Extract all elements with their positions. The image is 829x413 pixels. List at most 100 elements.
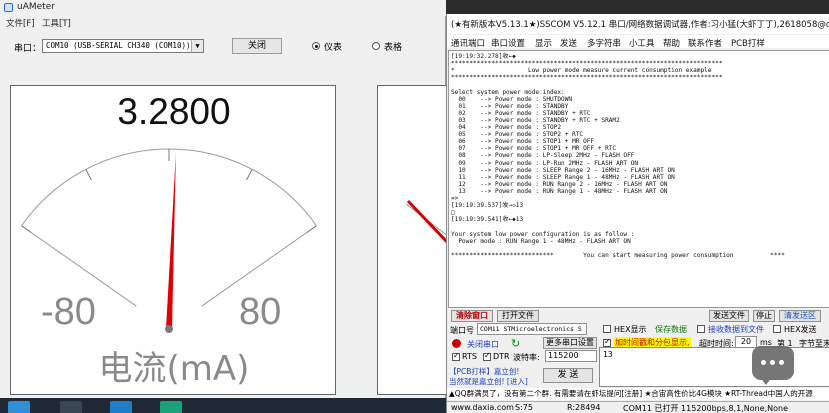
stop-button[interactable]: 停止 <box>753 310 775 322</box>
port-label: 串口： <box>14 44 42 54</box>
hex-send-checkbox[interactable] <box>773 325 781 333</box>
menu-tools[interactable]: 工具[T] <box>42 17 71 29</box>
clear-window-button[interactable]: 清除窗口 <box>451 310 493 322</box>
app-icon-3[interactable] <box>160 401 182 413</box>
promo-link-2[interactable]: 当然就是嘉立创! [进入] <box>449 376 528 387</box>
output-line: 03 --> Power mode : STANDBY + RTC + SRAM… <box>451 116 620 124</box>
status-sent-count: S:75 <box>515 403 533 412</box>
save-data-button[interactable]: 保存数据 <box>655 324 687 335</box>
output-line: 06 --> Power mode : STOP1 + MR OFF <box>451 138 595 146</box>
chat-bubble-icon[interactable] <box>752 346 794 385</box>
taskbar <box>0 398 446 413</box>
gauge-tick <box>306 225 317 234</box>
send-button[interactable]: 发 送 <box>543 368 593 383</box>
more-settings-button[interactable]: 更多串口设置 <box>543 337 597 349</box>
app-icon-2[interactable] <box>110 401 132 413</box>
port-number-value: COM11 STMicroelectronics S <box>480 325 582 333</box>
port-number-select[interactable]: COM11 STMicroelectronics S <box>477 323 587 335</box>
send-file-button[interactable]: 发送文件 <box>709 310 749 322</box>
gauge-needle <box>166 153 176 330</box>
hex-display-checkbox[interactable] <box>603 325 611 333</box>
receive-to-file-label: 接收数据到文件 <box>708 325 764 334</box>
rts-checkbox[interactable] <box>452 351 460 361</box>
file-icon[interactable] <box>60 401 82 413</box>
output-line: Select system power mode index: <box>451 88 565 96</box>
gauge-hub <box>165 325 173 333</box>
output-line: [19:19:39.537]发→◇13 <box>451 202 524 210</box>
hex-send-label: HEX发送 <box>784 325 817 334</box>
chevron-down-icon[interactable]: ▼ <box>191 40 203 52</box>
port-row: 串口： COM10 (USB-SERIAL CH340 (COM10)) ▼ 关… <box>0 36 446 56</box>
output-line: ****************************************… <box>451 74 723 82</box>
output-line: [19:19:32.278]收←◆ <box>451 53 516 60</box>
gauge-max-label: 80 <box>239 291 282 333</box>
refresh-icon[interactable]: ↻ <box>511 337 520 350</box>
receive-to-file-checkbox[interactable] <box>697 325 705 333</box>
output-line: * Low power mode measure current consump… <box>451 67 712 75</box>
status-site[interactable]: www.daxia.com <box>451 403 514 412</box>
close-port-button[interactable]: 关闭 <box>232 38 282 54</box>
output-line: 08 --> Power mode : LP-Sleep 2MHz - FLAS… <box>451 152 635 160</box>
menu-help[interactable]: 帮助 <box>663 37 680 49</box>
port-number-label: 端口号 <box>450 326 474 335</box>
output-line: [19:19:39.541]收←◆13 <box>451 216 524 224</box>
output-line: Power mode : RUN Range 1 - 48MHz - FLASH… <box>451 237 631 245</box>
timestamp-checkbox[interactable] <box>603 337 611 347</box>
status-port-state: COM11 已打开 115200bps,8,1,None,None <box>623 404 789 413</box>
menu-multi-string[interactable]: 多字符串 <box>587 37 621 49</box>
gauge-unit-label: 电流(mA) <box>98 349 250 389</box>
send-input[interactable]: 13 <box>599 347 829 387</box>
window-title: uAMeter <box>17 2 55 12</box>
browser-icon[interactable] <box>8 401 30 413</box>
output-line: 02 --> Power mode : STANDBY + RTC <box>451 109 591 117</box>
secondary-gauge-panel <box>377 85 446 395</box>
uameter-window: uAMeter 文件[F] 工具[T] 串口： COM10 (USB-SERIA… <box>0 0 446 413</box>
dtr-checkbox[interactable] <box>483 351 491 361</box>
gauge-min-label: -80 <box>41 291 96 333</box>
menu-pcb[interactable]: PCB打样 <box>731 37 765 49</box>
menu-port-settings[interactable]: 串口设置 <box>491 37 525 49</box>
status-bar: www.daxia.com S:75 R:28494 COM11 已打开 115… <box>447 401 829 413</box>
status-received-count: R:28494 <box>567 403 601 412</box>
menu-comm-port[interactable]: 通讯端口 <box>451 37 485 49</box>
output-line: 01 --> Power mode : STANDBY <box>451 102 569 110</box>
output-line: 13 --> Power mode : RUN Range 1 - 48MHz … <box>451 187 668 195</box>
output-line: 12 --> Power mode : RUN Range 2 - 16MHz … <box>451 180 668 188</box>
baud-rate-label: 波特率: <box>513 353 540 362</box>
close-port-button[interactable]: 关闭串口 <box>467 339 499 350</box>
gauge-tick <box>21 225 32 234</box>
output-line: 00 --> Power mode : SHUTDOWN <box>451 95 573 103</box>
output-line: 10 --> Power mode : SLEEP Range 2 - 16MH… <box>451 166 675 174</box>
gauge-mode-label: 仪表 <box>324 43 343 53</box>
output-line: **************************** You can sta… <box>451 251 785 259</box>
sscom-title-bar: (★有新版本V5.13.1★)SSCOM V5.12.1 串口/网络数据调试器,… <box>447 14 829 34</box>
baud-rate-select[interactable]: 115200 <box>545 350 597 362</box>
port-select[interactable]: COM10 (USB-SERIAL CH340 (COM10)) ▼ <box>42 39 204 53</box>
uameter-title-bar: uAMeter <box>0 0 446 16</box>
output-line: 11 --> Power mode : SLEEP Range 1 - 48MH… <box>451 173 675 181</box>
table-mode-label: 表格 <box>384 43 403 53</box>
gauge-tick <box>246 169 253 181</box>
menu-send[interactable]: 发送 <box>560 37 577 49</box>
port-select-value: COM10 (USB-SERIAL CH340 (COM10)) <box>46 41 191 50</box>
open-file-button[interactable]: 打开文件 <box>497 310 539 322</box>
menu-contact[interactable]: 联系作者 <box>688 37 722 49</box>
output-line: 05 --> Power mode : STOP2 + RTC <box>451 131 584 139</box>
news-ticker[interactable]: ▲QQ群满员了，没有第二个群. 有需要请在虾坛提问[注册] ★合宙高性价比4G模… <box>447 388 829 400</box>
menu-tools[interactable]: 小工具 <box>629 37 655 49</box>
output-line: Your system low power configuration is a… <box>451 230 635 238</box>
table-mode-radio[interactable] <box>372 42 380 50</box>
gauge-tick <box>85 169 92 181</box>
output-line: 09 --> Power mode : LP-Run 2MHz - FLASH … <box>451 159 639 167</box>
window-title: (★有新版本V5.13.1★)SSCOM V5.12.1 串口/网络数据调试器,… <box>451 20 829 30</box>
menu-display[interactable]: 显示 <box>535 37 552 49</box>
receive-output-area[interactable]: [19:19:32.278]收←◆ ***********************… <box>448 50 829 308</box>
clear-send-area-button[interactable]: 清发送区 <box>779 310 821 322</box>
menu-file[interactable]: 文件[F] <box>6 17 35 29</box>
app-icon <box>4 3 13 12</box>
output-line: 07 --> Power mode : STOP1 + MR OFF + RTC <box>451 145 617 153</box>
red-circle-icon <box>452 339 461 348</box>
gauge-mode-radio[interactable] <box>312 42 320 50</box>
gauge-value-readout: 3.2800 <box>117 91 231 132</box>
hex-display-label: HEX显示 <box>614 325 647 334</box>
